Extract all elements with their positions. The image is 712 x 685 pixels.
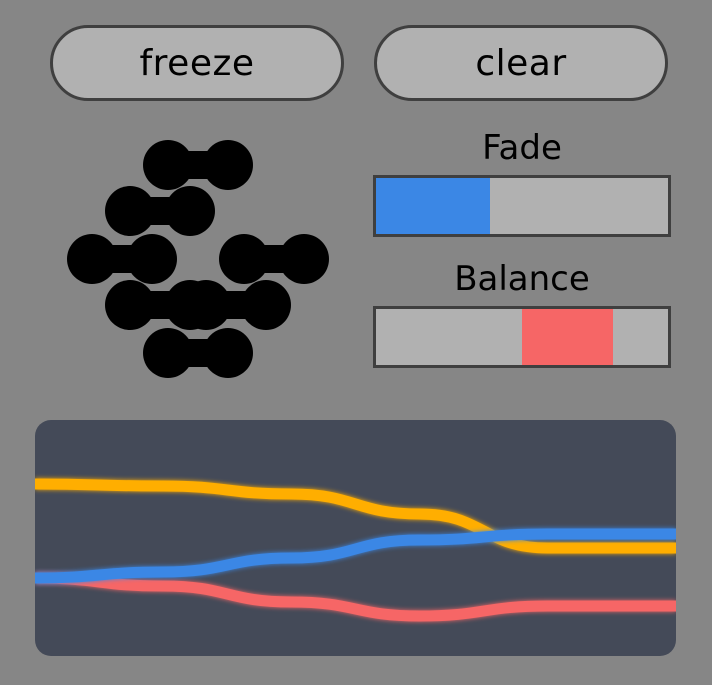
blue-line — [35, 528, 676, 584]
balance-slider[interactable] — [373, 306, 671, 368]
fade-slider[interactable] — [373, 175, 671, 237]
balance-label: Balance — [454, 259, 590, 299]
fade-label: Fade — [482, 128, 562, 168]
clear-button-label: clear — [475, 42, 567, 84]
fade-slider-fill — [376, 178, 490, 234]
clear-button[interactable]: clear — [374, 25, 668, 101]
signal-graph-panel — [35, 420, 676, 656]
linked-dots-logo-icon — [67, 140, 329, 378]
freeze-button[interactable]: freeze — [50, 25, 344, 101]
balance-slider-fill — [522, 309, 613, 365]
red-line — [35, 572, 676, 622]
freeze-button-label: freeze — [139, 42, 255, 84]
signal-graph — [35, 478, 676, 622]
